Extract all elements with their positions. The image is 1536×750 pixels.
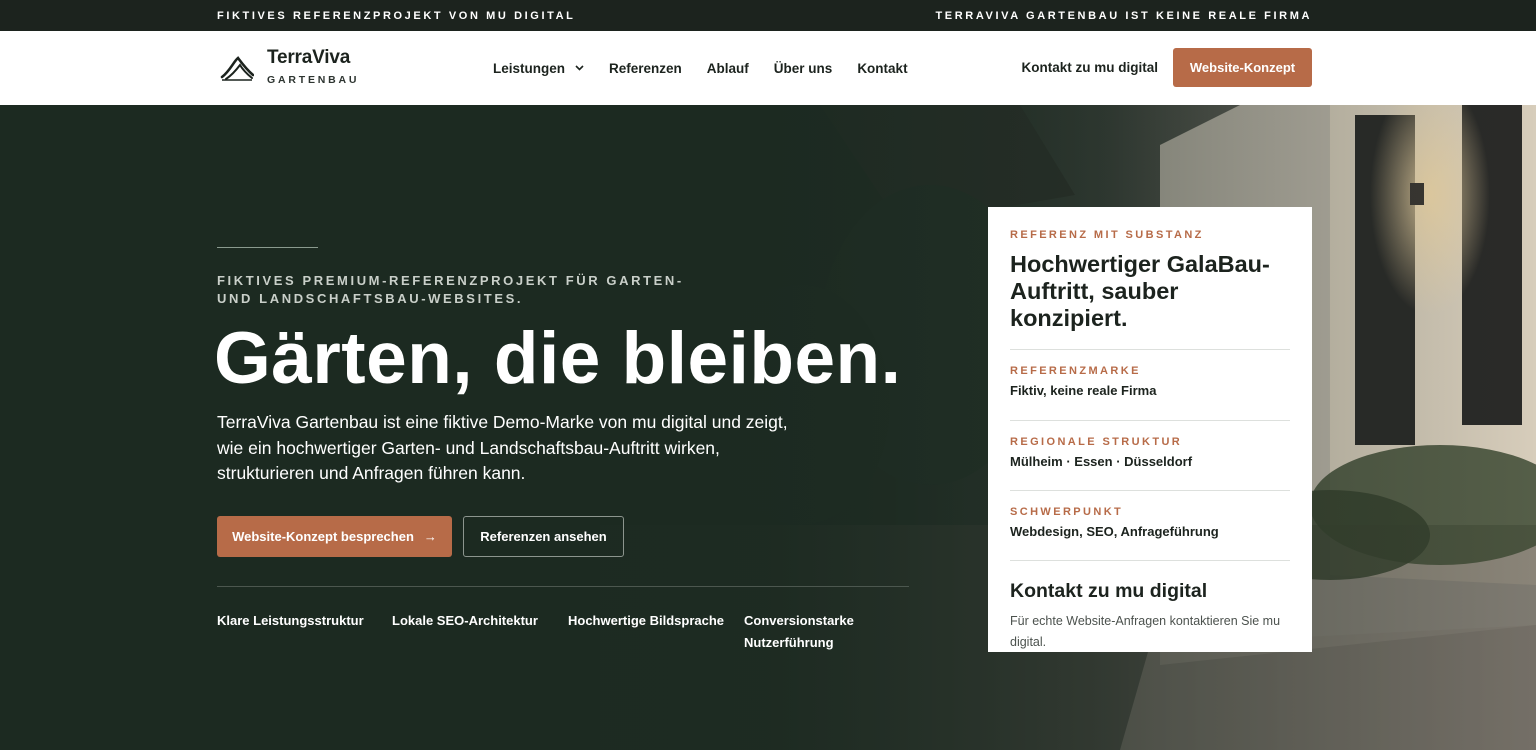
feature-item: Klare Leistungsstruktur <box>217 613 364 628</box>
website-konzept-button[interactable]: Website-Konzept <box>1173 48 1312 87</box>
card-title: Hochwertiger GalaBau-Auftritt, sauber ko… <box>1010 251 1270 331</box>
row-label: Schwerpunkt <box>1010 506 1124 518</box>
site-header: TerraViva GARTENBAU Leistungen Referenze… <box>0 31 1536 105</box>
features-divider <box>217 586 909 587</box>
card-row-schwerpunkt: Schwerpunkt Webdesign, SEO, Anfrageführu… <box>1010 491 1290 560</box>
card-kicker: Referenz mit Substanz <box>1010 229 1204 241</box>
feature-item: Lokale SEO-Architektur <box>392 613 538 628</box>
nav-item-leistungen[interactable]: Leistungen <box>493 61 584 76</box>
nav-item-ablauf[interactable]: Ablauf <box>707 61 749 76</box>
card-row-referenzmarke: Referenzmarke Fiktiv, keine reale Firma <box>1010 350 1290 420</box>
feature-list: Klare Leistungsstruktur Lokale SEO-Archi… <box>217 610 864 654</box>
row-value: Mülheim · Essen · Düsseldorf <box>1010 454 1193 469</box>
logo[interactable]: TerraViva GARTENBAU <box>220 47 359 86</box>
hero-kicker: Fiktives Premium-Referenzprojekt für Gar… <box>217 273 684 306</box>
website-konzept-besprechen-button[interactable]: Website-Konzept besprechen → <box>217 516 452 557</box>
header-actions: Kontakt zu mu digital Website-Konzept <box>1022 48 1312 87</box>
reference-info-card: Referenz mit Substanz Hochwertiger GalaB… <box>988 207 1312 652</box>
row-value: Fiktiv, keine reale Firma <box>1010 383 1157 398</box>
row-value: Webdesign, SEO, Anfrageführung <box>1010 524 1219 539</box>
chevron-down-icon <box>575 63 584 73</box>
topbar-right-text: TerraViva Gartenbau ist keine reale Firm… <box>935 9 1312 22</box>
card-contact-title: Kontakt zu mu digital <box>1010 580 1208 602</box>
hero-divider-line <box>217 247 318 248</box>
row-label: Referenzmarke <box>1010 365 1141 377</box>
nav-item-ueber-uns[interactable]: Über uns <box>774 61 833 76</box>
main-nav: Leistungen Referenzen Ablauf Über uns Ko… <box>493 31 908 105</box>
nav-item-kontakt[interactable]: Kontakt <box>857 61 907 76</box>
referenzen-ansehen-button[interactable]: Referenzen ansehen <box>463 516 624 557</box>
terraviva-mountain-logo-icon <box>220 56 254 81</box>
row-label: Regionale Struktur <box>1010 436 1183 448</box>
feature-item: Conversionstarke Nutzerführung <box>744 613 854 650</box>
nav-item-referenzen[interactable]: Referenzen <box>609 61 682 76</box>
hero-headline: Gärten, die bleiben. <box>214 318 902 399</box>
logo-subtitle: GARTENBAU <box>267 74 360 86</box>
feature-item: Hochwertige Bildsprache <box>568 613 725 628</box>
hero-section: Fiktives Premium-Referenzprojekt für Gar… <box>0 105 1536 750</box>
logo-name: TerraViva <box>267 47 351 68</box>
cta-primary-label: Website-Konzept besprechen <box>232 529 414 544</box>
card-contact: Kontakt zu mu digital Für echte Website-… <box>1010 561 1290 653</box>
hero-lead-text: TerraViva Gartenbau ist eine fiktive Dem… <box>217 412 788 483</box>
contact-link[interactable]: Kontakt zu mu digital <box>1022 60 1159 75</box>
card-row-regionale-struktur: Regionale Struktur Mülheim · Essen · Düs… <box>1010 421 1290 490</box>
topbar-left-text: Fiktives Referenzprojekt von mu digital <box>217 9 576 22</box>
nav-item-label: Leistungen <box>493 60 566 76</box>
top-announcement-bar: Fiktives Referenzprojekt von mu digital … <box>0 0 1536 31</box>
arrow-right-icon: → <box>423 529 437 544</box>
card-contact-text: Für echte Website-Anfragen kontaktieren … <box>1010 614 1281 649</box>
